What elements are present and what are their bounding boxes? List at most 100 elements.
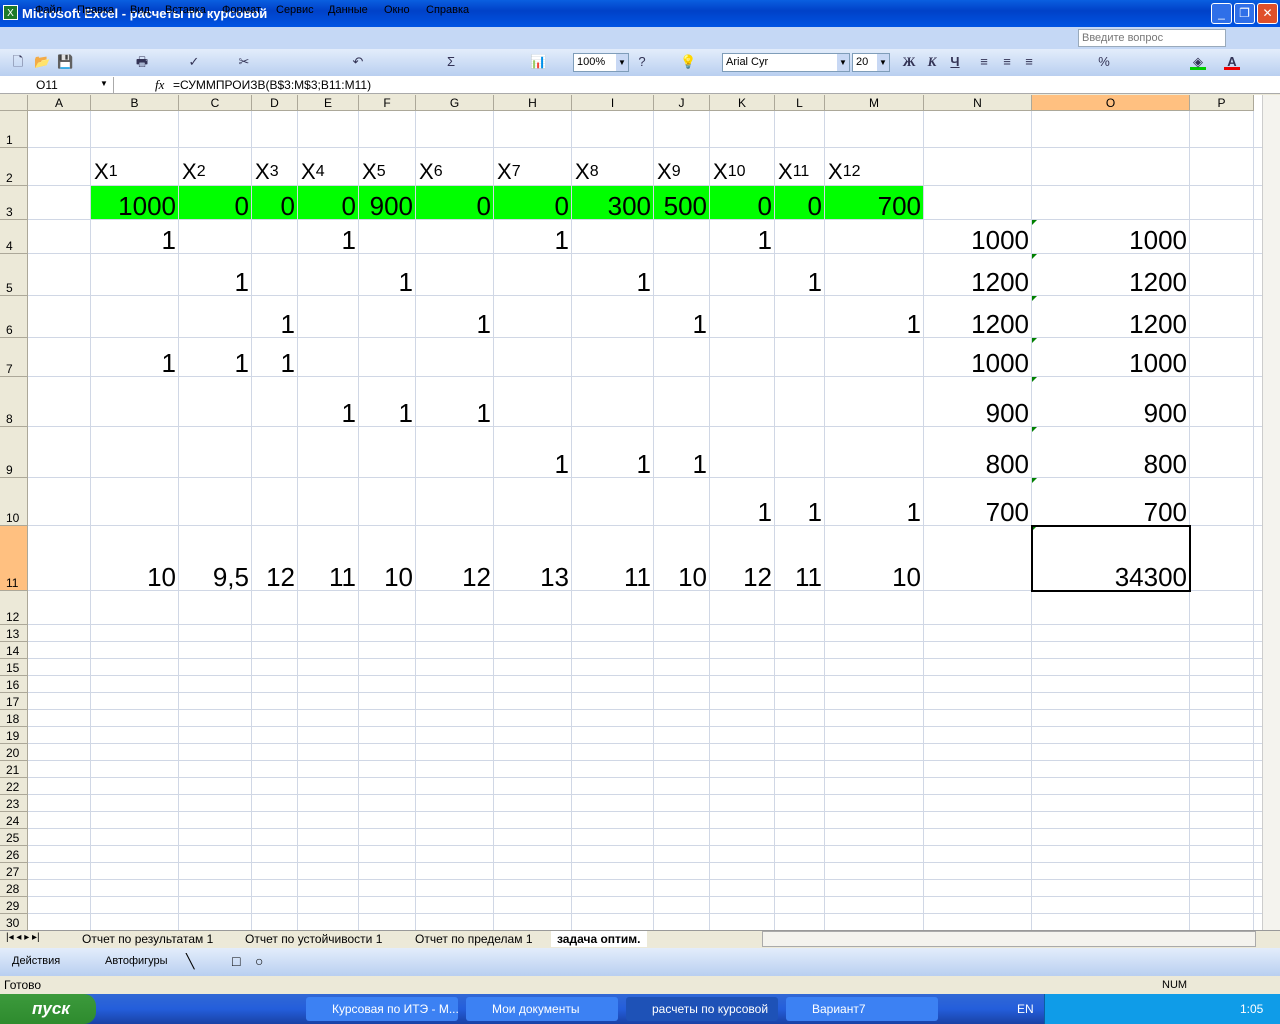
menu-edit[interactable]: Правка — [77, 4, 114, 16]
row-header-22[interactable]: 22 — [0, 778, 28, 795]
variable-header[interactable]: X9 — [654, 148, 710, 186]
variable-header[interactable]: X 12 — [825, 148, 924, 186]
variable-header[interactable]: X 11 — [775, 148, 825, 186]
menu-format[interactable]: Формат — [222, 4, 261, 16]
autosum-icon[interactable]: Σ — [443, 54, 459, 70]
cell-O6[interactable]: 1200 — [1032, 296, 1190, 338]
cell-N6[interactable]: 1200 — [924, 296, 1032, 338]
cell-E4[interactable]: 1 — [298, 220, 359, 254]
cell-H4[interactable]: 1 — [494, 220, 572, 254]
new-icon[interactable]: 🗋 — [10, 54, 26, 70]
taskbar-item[interactable]: Мои документы — [466, 997, 618, 1021]
cell-G6[interactable]: 1 — [416, 296, 494, 338]
menu-help[interactable]: Справка — [426, 4, 469, 16]
row-header-11[interactable]: 11 — [0, 526, 28, 591]
cell-B7[interactable]: 1 — [91, 338, 179, 377]
cell-G11[interactable]: 12 — [416, 526, 494, 591]
menu-view[interactable]: Вид — [130, 4, 150, 16]
select-all[interactable] — [0, 95, 28, 111]
align-center-icon[interactable]: ≡ — [999, 54, 1015, 70]
cell-K10[interactable]: 1 — [710, 478, 775, 526]
cell-B3[interactable]: 1000 — [91, 186, 179, 220]
language-indicator[interactable]: EN — [1017, 1002, 1034, 1016]
row-header-24[interactable]: 24 — [0, 812, 28, 829]
row-header-3[interactable]: 3 — [0, 186, 28, 220]
taskbar-item-active[interactable]: расчеты по курсовой — [626, 997, 778, 1021]
row-header-15[interactable]: 15 — [0, 659, 28, 676]
variable-header[interactable]: X6 — [416, 148, 494, 186]
menu-data[interactable]: Данные — [328, 4, 368, 16]
column-header-C[interactable]: C — [179, 95, 252, 111]
row-header-7[interactable]: 7 — [0, 338, 28, 377]
ask-question-input[interactable]: Введите вопрос — [1078, 29, 1226, 47]
cell-E8[interactable]: 1 — [298, 377, 359, 427]
variable-header[interactable]: X5 — [359, 148, 416, 186]
column-header-I[interactable]: I — [572, 95, 654, 111]
cell-N10[interactable]: 700 — [924, 478, 1032, 526]
variable-header[interactable]: X3 — [252, 148, 298, 186]
cell-H3[interactable]: 0 — [494, 186, 572, 220]
autoshapes-menu[interactable]: Автофигуры — [105, 955, 168, 967]
start-button[interactable]: пуск — [0, 994, 96, 1024]
open-icon[interactable]: 📂 — [34, 54, 50, 70]
row-header-10[interactable]: 10 — [0, 478, 28, 526]
column-header-F[interactable]: F — [359, 95, 416, 111]
row-header-2[interactable]: 2 — [0, 148, 28, 186]
row-header-14[interactable]: 14 — [0, 642, 28, 659]
zoom-select[interactable]: 100% ▼ — [573, 53, 629, 72]
cell-D3[interactable]: 0 — [252, 186, 298, 220]
italic-button[interactable]: К — [924, 54, 940, 70]
row-header-20[interactable]: 20 — [0, 744, 28, 761]
row-header-5[interactable]: 5 — [0, 254, 28, 296]
cell-H9[interactable]: 1 — [494, 427, 572, 478]
name-box[interactable]: O11 — [2, 77, 114, 93]
cell-M3[interactable]: 700 — [825, 186, 924, 220]
variable-header[interactable]: X2 — [179, 148, 252, 186]
sheet-tab[interactable]: Отчет по устойчивости 1 — [239, 931, 388, 947]
cell-F5[interactable]: 1 — [359, 254, 416, 296]
row-header-6[interactable]: 6 — [0, 296, 28, 338]
cell-F8[interactable]: 1 — [359, 377, 416, 427]
font-size-select[interactable]: 20 ▼ — [852, 53, 890, 72]
cell-E3[interactable]: 0 — [298, 186, 359, 220]
lightbulb-icon[interactable]: 💡 — [680, 54, 696, 70]
cell-K11[interactable]: 12 — [710, 526, 775, 591]
restore-button[interactable]: ❐ — [1234, 3, 1255, 24]
formula-input[interactable]: =СУММПРОИЗВ(B$3:M$3;B11:M11) — [173, 77, 371, 93]
column-header-O[interactable]: O — [1032, 95, 1190, 111]
column-header-K[interactable]: K — [710, 95, 775, 111]
underline-button[interactable]: Ч — [947, 54, 963, 70]
menu-window[interactable]: Окно — [384, 4, 410, 16]
variable-header[interactable]: X1 — [91, 148, 179, 186]
cell-C5[interactable]: 1 — [179, 254, 252, 296]
cell-M11[interactable]: 10 — [825, 526, 924, 591]
cell-D11[interactable]: 12 — [252, 526, 298, 591]
cell-I5[interactable]: 1 — [572, 254, 654, 296]
sheet-tab[interactable]: Отчет по пределам 1 — [409, 931, 539, 947]
font-select[interactable]: Arial Cyr ▼ — [722, 53, 850, 72]
column-header-N[interactable]: N — [924, 95, 1032, 111]
column-header-D[interactable]: D — [252, 95, 298, 111]
cell-D7[interactable]: 1 — [252, 338, 298, 377]
oval-icon[interactable]: ○ — [255, 953, 263, 969]
cell-K3[interactable]: 0 — [710, 186, 775, 220]
cell-J6[interactable]: 1 — [654, 296, 710, 338]
row-header-30[interactable]: 30 — [0, 914, 28, 930]
taskbar-item[interactable]: Курсовая по ИТЭ - М... — [306, 997, 458, 1021]
cell-O8[interactable]: 900 — [1032, 377, 1190, 427]
cell-N4[interactable]: 1000 — [924, 220, 1032, 254]
chart-wizard-icon[interactable]: 📊 — [530, 54, 546, 70]
cell-B11[interactable]: 10 — [91, 526, 179, 591]
sheet-tab-active[interactable]: задача оптим. — [551, 931, 647, 947]
minimize-button[interactable]: _ — [1211, 3, 1232, 24]
menu-file[interactable]: Файл — [35, 4, 62, 16]
variable-header[interactable]: X4 — [298, 148, 359, 186]
cell-C7[interactable]: 1 — [179, 338, 252, 377]
row-header-1[interactable]: 1 — [0, 111, 28, 148]
cell-O5[interactable]: 1200 — [1032, 254, 1190, 296]
cell-O10[interactable]: 700 — [1032, 478, 1190, 526]
row-header-21[interactable]: 21 — [0, 761, 28, 778]
row-header-16[interactable]: 16 — [0, 676, 28, 693]
line-icon[interactable]: ╲ — [186, 953, 194, 970]
row-header-28[interactable]: 28 — [0, 880, 28, 897]
